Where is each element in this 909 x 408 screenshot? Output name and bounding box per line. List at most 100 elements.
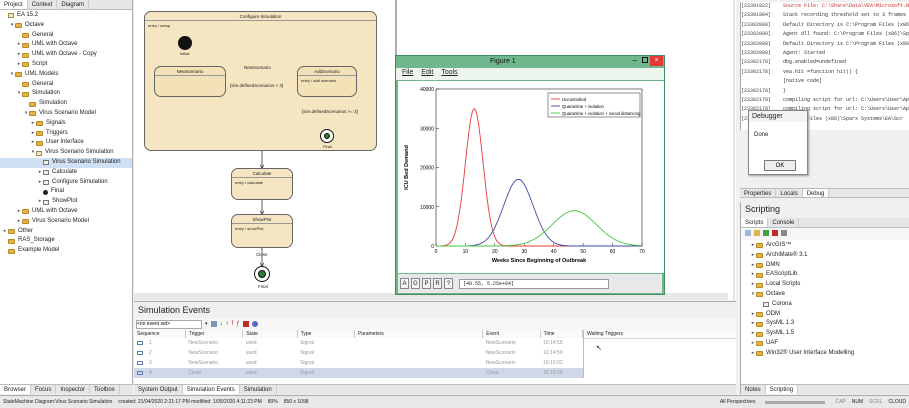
tree-item[interactable]: ▸ UML with Octave bbox=[0, 207, 132, 217]
refresh-icon[interactable] bbox=[781, 230, 787, 236]
tab-notes[interactable]: Notes bbox=[741, 385, 766, 394]
menu-file[interactable]: File bbox=[402, 69, 413, 78]
tab-inspector[interactable]: Inspector bbox=[56, 385, 91, 394]
final-node[interactable] bbox=[254, 266, 270, 282]
figure-button-help[interactable]: ? bbox=[444, 278, 453, 289]
tree-item[interactable]: ▸ UML with Octave bbox=[0, 40, 132, 50]
close-icon[interactable]: × bbox=[650, 56, 663, 66]
tree-item[interactable]: ▸ DMN bbox=[741, 261, 909, 271]
figure-button-a[interactable]: A bbox=[400, 278, 409, 289]
column-header-parameters[interactable]: Parameters bbox=[354, 330, 484, 338]
grid-icon[interactable] bbox=[210, 321, 217, 327]
tree-item[interactable]: ▸ Local Scripts bbox=[741, 280, 909, 290]
tree-item[interactable]: General bbox=[0, 31, 132, 41]
tree-item[interactable]: ▸ ArchiMate® 3.1 bbox=[741, 251, 909, 261]
tree-item[interactable]: ▸ Other bbox=[0, 227, 132, 237]
figure-button-p[interactable]: P bbox=[422, 278, 431, 289]
record-icon[interactable] bbox=[251, 321, 258, 327]
tab-console[interactable]: Console bbox=[768, 218, 800, 227]
tab-diagram[interactable]: Diagram bbox=[57, 0, 90, 9]
minimize-icon[interactable]: – bbox=[633, 56, 637, 65]
menu-tools[interactable]: Tools bbox=[441, 69, 457, 78]
inner-final-node[interactable] bbox=[320, 129, 334, 143]
down-arrow-icon[interactable]: ↓ bbox=[220, 321, 223, 327]
new-script-icon[interactable] bbox=[745, 230, 751, 236]
tree-item[interactable]: ▸ SysML 1.3 bbox=[741, 319, 909, 329]
table-row[interactable]: 2 NewScenario used Signal NewScenario 16:14:5… bbox=[134, 348, 583, 358]
tree-item[interactable]: Corona bbox=[741, 300, 909, 310]
tab-system-output[interactable]: System Output bbox=[134, 385, 183, 394]
run-icon[interactable] bbox=[763, 230, 769, 236]
tree-item[interactable]: ▾ Octave bbox=[741, 290, 909, 300]
tree-item[interactable]: ▾ Octave bbox=[0, 21, 132, 31]
tree-item[interactable]: ▸ Virus Scenario Model bbox=[0, 217, 132, 227]
tree-item[interactable]: Simulation bbox=[0, 99, 132, 109]
tab-scripts[interactable]: Scripts bbox=[741, 218, 769, 227]
tree-item[interactable]: ▸ Calculate bbox=[0, 168, 132, 178]
up-arrow-icon[interactable]: ↑ bbox=[226, 321, 229, 327]
tree-item[interactable]: ▸ ShowPlot bbox=[0, 197, 132, 207]
state-add-scenario[interactable]: AddScenario entry / add scenario bbox=[297, 66, 357, 97]
tab-properties[interactable]: Properties bbox=[740, 189, 777, 197]
tree-item[interactable]: ▸ SysML 1.5 bbox=[741, 329, 909, 339]
column-header-type[interactable]: Type bbox=[297, 330, 355, 338]
function-alt-icon[interactable]: ƒ bbox=[236, 321, 239, 327]
tab-debug[interactable]: Debug bbox=[802, 189, 830, 197]
tree-item[interactable]: Final bbox=[0, 187, 132, 197]
zoom-slider[interactable] bbox=[765, 400, 826, 404]
table-row[interactable]: 4 Close used Signal Close 16:15:04 bbox=[134, 368, 583, 378]
column-header-trigger[interactable]: Trigger bbox=[185, 330, 244, 338]
tab-toolbox[interactable]: Toolbox bbox=[90, 385, 120, 394]
event-set-select[interactable] bbox=[136, 319, 202, 329]
tab-context[interactable]: Context bbox=[28, 0, 58, 9]
state-showplot[interactable]: ShowPlot entry / showPlot bbox=[231, 214, 293, 248]
tree-item[interactable]: Example Model bbox=[0, 246, 132, 256]
function-icon[interactable]: f bbox=[232, 321, 234, 327]
tree-item[interactable]: ▸ Triggers bbox=[0, 129, 132, 139]
tree-item[interactable]: General bbox=[0, 80, 132, 90]
tree-item[interactable]: ▸ Win32® User Interface Modelling bbox=[741, 349, 909, 359]
tab-simulation[interactable]: Simulation bbox=[240, 385, 277, 394]
tab-project[interactable]: Project bbox=[0, 0, 28, 9]
ok-button[interactable]: OK bbox=[764, 160, 796, 171]
tree-item[interactable]: RAS_Storage bbox=[0, 236, 132, 246]
tab-focus[interactable]: Focus bbox=[31, 385, 57, 394]
tree-item[interactable]: ▸ EAScriptLib bbox=[741, 270, 909, 280]
delete-icon[interactable] bbox=[242, 321, 249, 327]
figure-button-g[interactable]: G bbox=[411, 278, 420, 289]
debugger-dialog[interactable]: Debugger Done OK bbox=[748, 110, 808, 175]
tree-item[interactable]: ▸ Configure Simulation bbox=[0, 178, 132, 188]
tree-item[interactable]: ▸ Signals bbox=[0, 119, 132, 129]
figure-button-r[interactable]: R bbox=[433, 278, 442, 289]
tree-item[interactable]: ▾ Virus Scenario Simulation bbox=[0, 148, 132, 158]
column-header-state[interactable]: State bbox=[242, 330, 298, 338]
tree-item[interactable]: ▸ UAF bbox=[741, 339, 909, 349]
figure-window[interactable]: Figure 1 – × File Edit Tools 0 10 20 30 40 50 60… bbox=[395, 55, 665, 295]
state-calculate[interactable]: Calculate entry / calculate bbox=[231, 168, 293, 200]
tree-item[interactable]: ▾ UML Models bbox=[0, 70, 132, 80]
tab-scripting[interactable]: Scripting bbox=[765, 385, 799, 394]
tree-item[interactable]: ▸ ODM bbox=[741, 310, 909, 320]
column-header-event[interactable]: Event bbox=[482, 330, 541, 338]
tree-item[interactable]: ▾ Virus Scenario Model bbox=[0, 109, 132, 119]
tree-item[interactable]: EA 15.2 bbox=[0, 11, 132, 21]
table-row[interactable]: 1 NewScenario used Signal NewScenario 16:14:5… bbox=[134, 338, 583, 348]
table-row[interactable]: 3 NewScenario used Signal NewScenario 16:15:0… bbox=[134, 358, 583, 368]
tab-simulation-events[interactable]: Simulation Events bbox=[182, 385, 240, 394]
column-header-sequence[interactable]: Sequence bbox=[134, 330, 186, 338]
initial-node[interactable] bbox=[178, 36, 192, 50]
maximize-icon[interactable] bbox=[642, 57, 648, 63]
chevron-down-icon[interactable]: ▾ bbox=[205, 321, 208, 327]
figure-titlebar[interactable]: Figure 1 – × bbox=[396, 56, 664, 68]
menu-edit[interactable]: Edit bbox=[421, 69, 433, 78]
tab-locals[interactable]: Locals bbox=[776, 189, 803, 197]
stop-icon[interactable] bbox=[772, 230, 778, 236]
tree-item[interactable]: ▸ Script bbox=[0, 60, 132, 70]
tree-item[interactable]: ▸ UML with Octave - Copy bbox=[0, 50, 132, 60]
tree-item[interactable]: ▸ User Interface bbox=[0, 138, 132, 148]
tree-item[interactable]: Virus Scenario Simulation bbox=[0, 157, 132, 168]
status-perspective[interactable]: All Perspectives bbox=[720, 399, 756, 405]
state-new-scenario[interactable]: NewScenario bbox=[154, 66, 226, 97]
tab-browser[interactable]: Browser bbox=[0, 385, 32, 394]
open-icon[interactable] bbox=[754, 230, 760, 236]
